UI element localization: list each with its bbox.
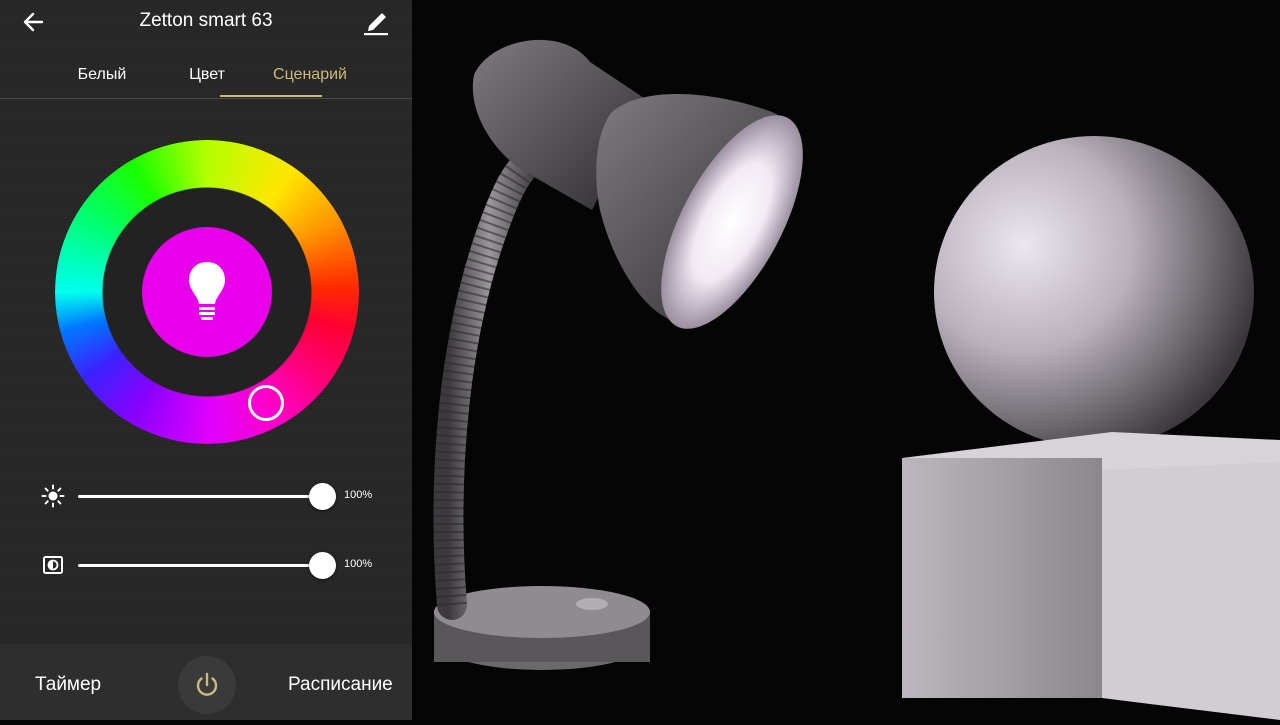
lamp-scene-photo (412, 0, 1280, 720)
page-title: Zetton smart 63 (139, 10, 273, 31)
timer-button[interactable]: Таймер (35, 674, 101, 696)
cube-side (1102, 462, 1280, 720)
light-bulb-icon (189, 262, 225, 320)
scene-illustration (433, 39, 1280, 720)
color-wheel (55, 140, 359, 444)
contrast-slider-thumb[interactable] (309, 552, 336, 579)
power-button[interactable] (178, 656, 236, 714)
lamp-neck (433, 145, 545, 620)
power-icon (196, 672, 218, 696)
cube-front (902, 458, 1102, 698)
contrast-value: 100% (344, 558, 373, 570)
edit-button[interactable] (360, 6, 392, 38)
contrast-slider-track[interactable] (78, 564, 324, 567)
brightness-sun-icon (41, 484, 65, 508)
pencil-icon (364, 13, 388, 36)
mode-tabs: Белый Цвет Сценарий (0, 58, 412, 99)
brightness-value: 100% (344, 489, 373, 501)
app-header: Zetton smart 63 (0, 0, 412, 44)
brightness-slider-row: 100% (0, 476, 412, 516)
tab-scenario[interactable]: Сценарий (258, 66, 362, 84)
tab-color[interactable]: Цвет (170, 66, 244, 84)
color-wheel-handle[interactable] (248, 385, 284, 421)
schedule-button[interactable]: Расписание (288, 674, 393, 696)
light-control-panel: Zetton smart 63 Белый Цвет Сценарий 100%… (0, 0, 412, 720)
active-tab-indicator (220, 95, 322, 97)
selected-color-preview[interactable] (142, 227, 272, 357)
contrast-slider-row: 100% (0, 545, 412, 585)
tab-white[interactable]: Белый (62, 66, 142, 84)
bottom-bar: Таймер Расписание (0, 644, 412, 720)
brightness-slider-thumb[interactable] (309, 483, 336, 510)
sphere (934, 136, 1254, 448)
brightness-slider-track[interactable] (78, 495, 324, 498)
contrast-icon (43, 556, 63, 574)
